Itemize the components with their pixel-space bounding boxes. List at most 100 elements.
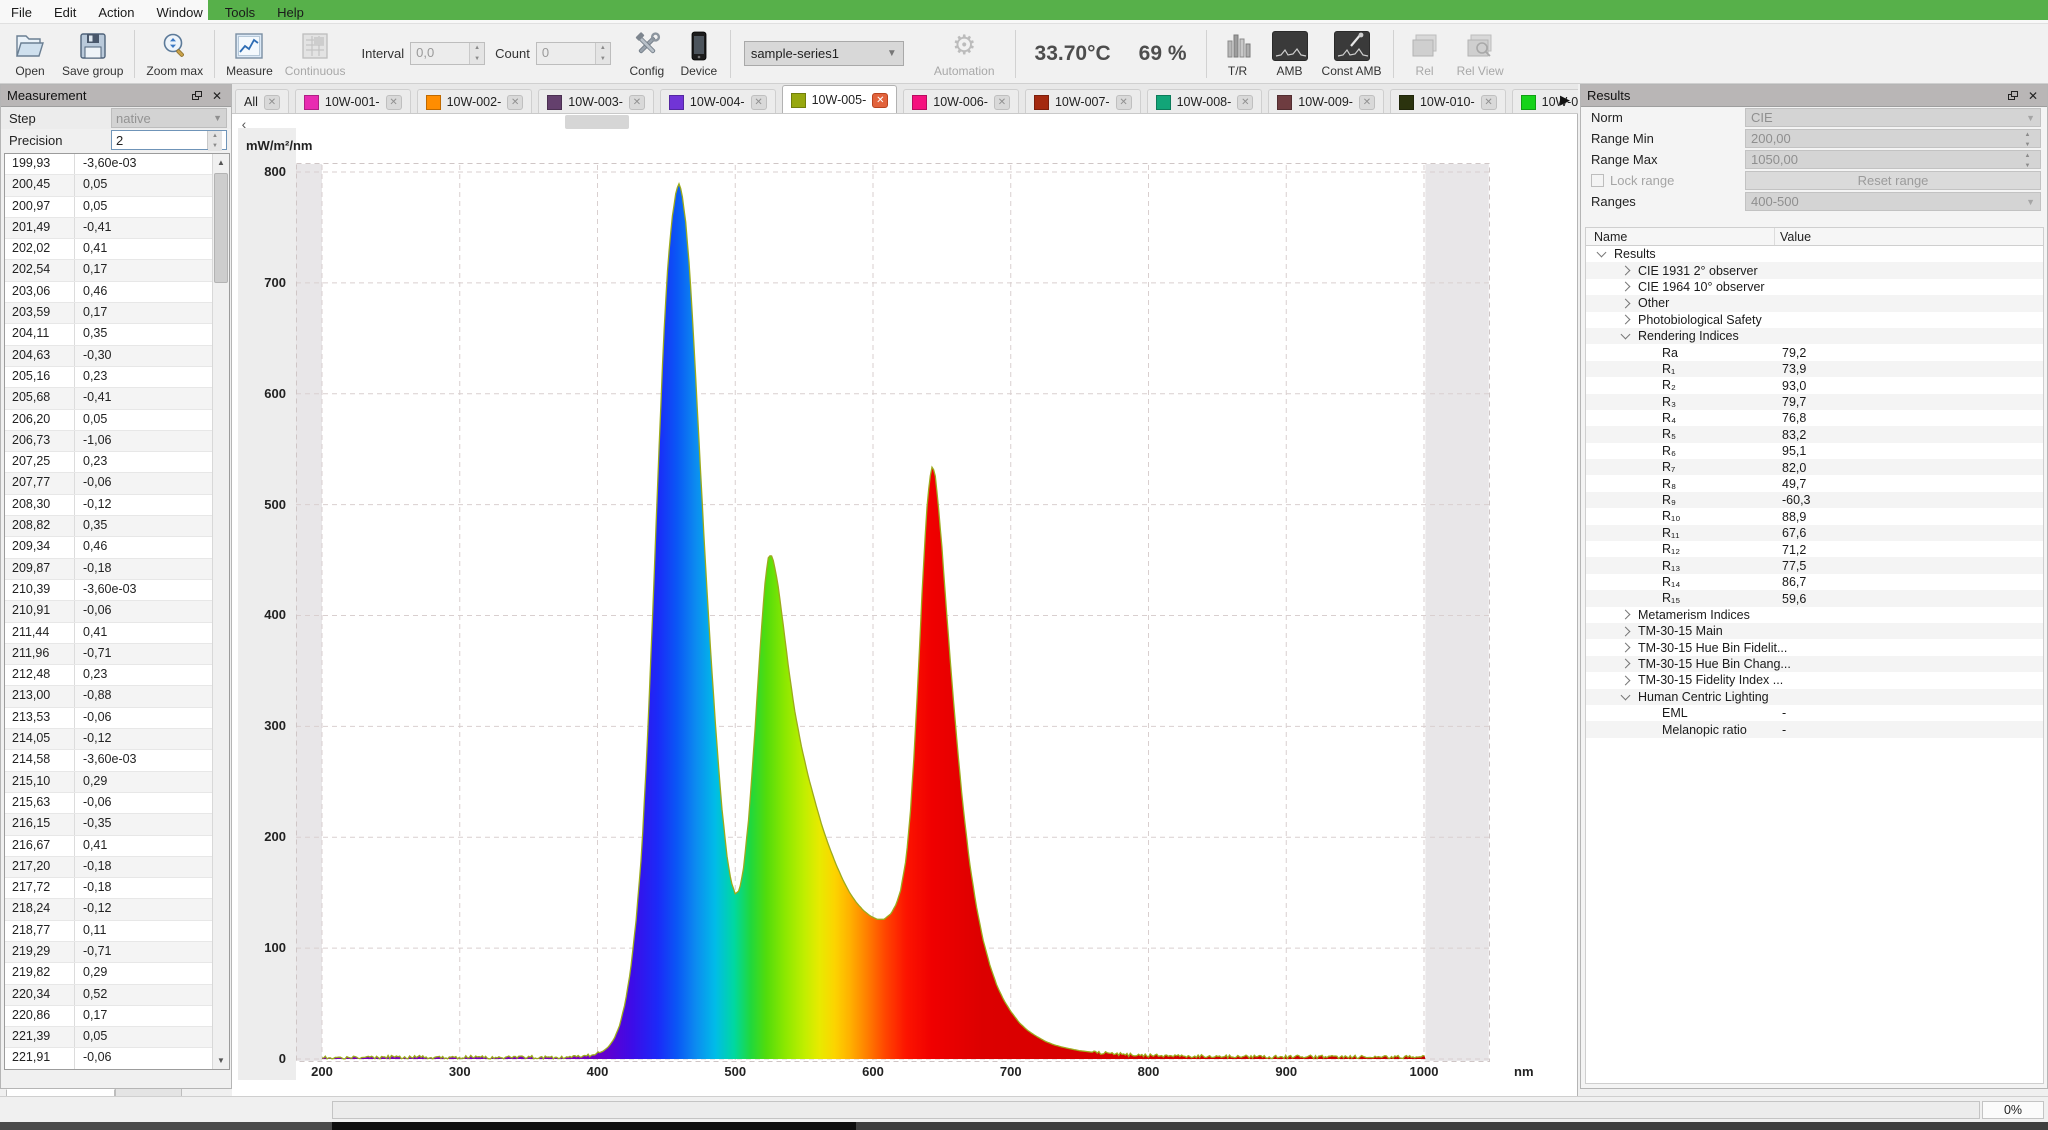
value-cell[interactable]: 0,17 [75, 260, 213, 280]
tree-row[interactable]: R₃79,7 [1586, 394, 2043, 410]
value-cell[interactable]: 0,41 [75, 239, 213, 259]
measurement-row[interactable]: 221,390,05 [5, 1027, 213, 1048]
tree-row[interactable]: R₅83,2 [1586, 426, 2043, 442]
measurement-row[interactable]: 206,200,05 [5, 410, 213, 431]
wavelength-cell[interactable]: 199,93 [5, 154, 75, 174]
series-tab-10w001[interactable]: 10W-001-✕ [295, 89, 411, 114]
wavelength-cell[interactable]: 221,91 [5, 1048, 75, 1068]
series-tab-10w003[interactable]: 10W-003-✕ [538, 89, 654, 114]
value-cell[interactable]: -0,41 [75, 218, 213, 238]
tree-row[interactable]: R₁₃77,5 [1586, 557, 2043, 573]
measurement-row[interactable]: 208,30-0,12 [5, 495, 213, 516]
reset-range-button[interactable]: Reset range [1745, 171, 2041, 190]
range-min-spinbox[interactable]: 200,00 ▲▼ [1745, 129, 2041, 148]
measurement-row[interactable]: 203,590,17 [5, 303, 213, 324]
tree-row[interactable]: Other [1586, 295, 2043, 311]
measurement-row[interactable]: 203,060,46 [5, 282, 213, 303]
wavelength-cell[interactable]: 215,10 [5, 772, 75, 792]
wavelength-cell[interactable]: 219,82 [5, 963, 75, 983]
close-panel-button[interactable]: ✕ [2025, 88, 2041, 104]
measurement-row[interactable]: 211,440,41 [5, 623, 213, 644]
value-cell[interactable]: -0,71 [75, 644, 213, 664]
wavelength-cell[interactable]: 209,87 [5, 559, 75, 579]
precision-spin-arrows[interactable]: ▲▼ [207, 131, 222, 149]
series-tab-10w005[interactable]: 10W-005-✕ [782, 85, 898, 114]
wavelength-cell[interactable]: 206,73 [5, 431, 75, 451]
measurement-row[interactable]: 200,450,05 [5, 175, 213, 196]
series-tab-10w008[interactable]: 10W-008-✕ [1147, 89, 1263, 114]
value-cell[interactable]: 0,29 [75, 963, 213, 983]
measurement-row[interactable]: 199,93-3,60e-03 [5, 154, 213, 175]
value-cell[interactable]: -0,06 [75, 708, 213, 728]
tab-scrollbar-thumb[interactable] [565, 115, 629, 129]
wavelength-cell[interactable]: 203,59 [5, 303, 75, 323]
name-column-header[interactable]: Name [1594, 230, 1627, 244]
chevron-collapsed-icon[interactable] [1621, 659, 1631, 669]
ranges-combo[interactable]: 400-500 ▼ [1745, 192, 2041, 211]
measure-button[interactable]: Measure [220, 26, 279, 82]
value-cell[interactable]: -3,60e-03 [75, 750, 213, 770]
column-divider[interactable] [1774, 228, 1775, 245]
value-cell[interactable]: 0,05 [75, 410, 213, 430]
tree-row[interactable]: CIE 1931 2° observer [1586, 262, 2043, 278]
menu-help[interactable]: Help [266, 2, 315, 23]
tab-close-button[interactable]: ✕ [1359, 95, 1375, 110]
wavelength-cell[interactable]: 214,58 [5, 750, 75, 770]
open-button[interactable]: Open [4, 26, 56, 82]
device-button[interactable]: Device [673, 26, 725, 82]
tr-button[interactable]: T/R [1212, 26, 1264, 82]
wavelength-cell[interactable]: 205,68 [5, 388, 75, 408]
value-cell[interactable]: 0,46 [75, 537, 213, 557]
wavelength-cell[interactable]: 210,91 [5, 601, 75, 621]
chevron-collapsed-icon[interactable] [1621, 675, 1631, 685]
scroll-down-icon[interactable]: ▼ [213, 1052, 229, 1069]
value-cell[interactable]: -0,06 [75, 1048, 213, 1068]
value-cell[interactable]: 0,23 [75, 367, 213, 387]
value-cell[interactable]: 0,17 [75, 303, 213, 323]
value-cell[interactable]: 0,05 [75, 1027, 213, 1047]
chevron-collapsed-icon[interactable] [1621, 266, 1631, 276]
value-cell[interactable]: 0,29 [75, 772, 213, 792]
chevron-collapsed-icon[interactable] [1621, 610, 1631, 620]
value-cell[interactable]: 0,17 [75, 1006, 213, 1026]
save-group-button[interactable]: Save group [56, 26, 129, 82]
tree-row[interactable]: R₁₅59,6 [1586, 590, 2043, 606]
wavelength-cell[interactable]: 211,96 [5, 644, 75, 664]
value-cell[interactable]: -0,71 [75, 942, 213, 962]
measurement-row[interactable]: 221,91-0,06 [5, 1048, 213, 1069]
tab-close-button[interactable]: ✕ [629, 95, 645, 110]
tree-row[interactable]: R₁₁67,6 [1586, 525, 2043, 541]
measurement-row[interactable]: 214,05-0,12 [5, 729, 213, 750]
value-cell[interactable]: 0,05 [75, 197, 213, 217]
measurement-row[interactable]: 202,020,41 [5, 239, 213, 260]
value-cell[interactable]: -0,06 [75, 793, 213, 813]
measurement-row[interactable]: 205,160,23 [5, 367, 213, 388]
wavelength-cell[interactable]: 219,29 [5, 942, 75, 962]
tab-close-button[interactable]: ✕ [1116, 95, 1132, 110]
chevron-collapsed-icon[interactable] [1621, 298, 1631, 308]
menu-action[interactable]: Action [87, 2, 145, 23]
measurement-row[interactable]: 212,480,23 [5, 665, 213, 686]
wavelength-cell[interactable]: 213,53 [5, 708, 75, 728]
zoom-max-button[interactable]: Zoom max [140, 26, 209, 82]
tab-close-button[interactable]: ✕ [1237, 95, 1253, 110]
wavelength-cell[interactable]: 207,77 [5, 473, 75, 493]
wavelength-cell[interactable]: 210,39 [5, 580, 75, 600]
wavelength-cell[interactable]: 217,72 [5, 878, 75, 898]
tab-close-button[interactable]: ✕ [264, 95, 280, 110]
wavelength-cell[interactable]: 212,48 [5, 665, 75, 685]
tree-row[interactable]: R₈49,7 [1586, 475, 2043, 491]
menu-window[interactable]: Window [146, 2, 214, 23]
value-cell[interactable]: -0,12 [75, 495, 213, 515]
tree-row[interactable]: R₄76,8 [1586, 410, 2043, 426]
measurement-row[interactable]: 220,860,17 [5, 1006, 213, 1027]
menu-edit[interactable]: Edit [43, 2, 87, 23]
tree-row[interactable]: R₇82,0 [1586, 459, 2043, 475]
value-cell[interactable]: 0,41 [75, 623, 213, 643]
tab-close-button[interactable]: ✕ [872, 93, 888, 108]
tree-row[interactable]: Photobiological Safety [1586, 312, 2043, 328]
wavelength-cell[interactable]: 221,39 [5, 1027, 75, 1047]
tree-row[interactable]: Melanopic ratio- [1586, 721, 2043, 737]
wavelength-cell[interactable]: 202,54 [5, 260, 75, 280]
wavelength-cell[interactable]: 213,00 [5, 686, 75, 706]
